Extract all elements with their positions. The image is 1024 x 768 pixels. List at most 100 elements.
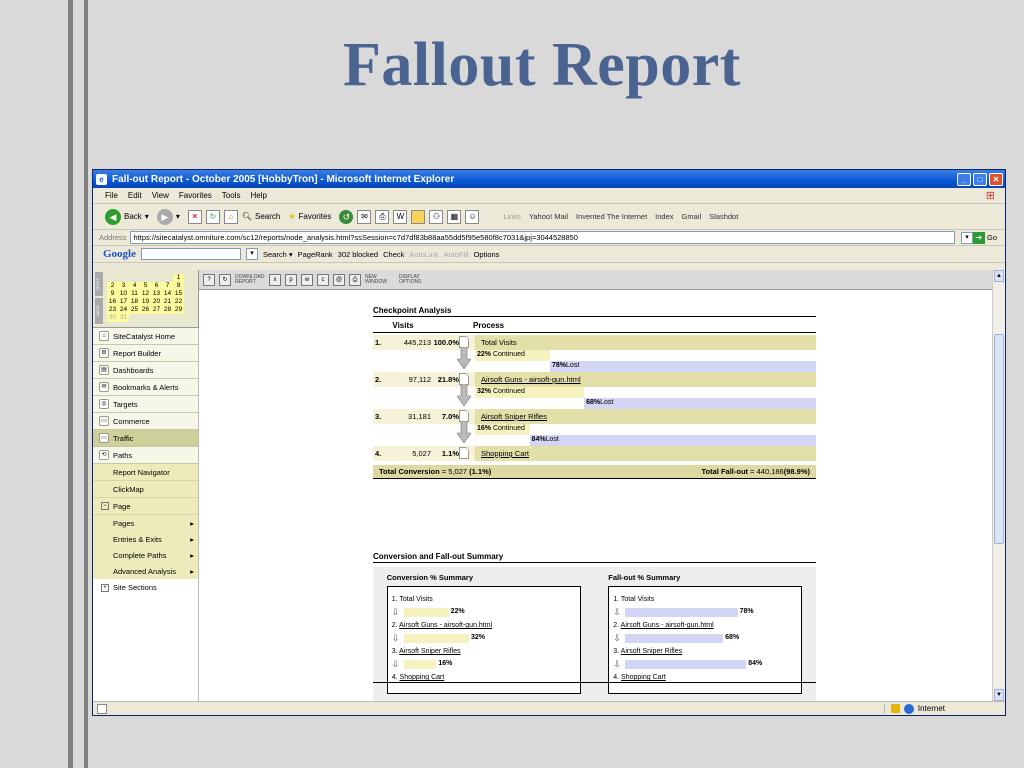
step-link[interactable]: Airsoft Sniper Rifles	[621, 648, 682, 655]
autolink-button[interactable]: AutoLink	[409, 250, 438, 259]
calendar-day[interactable]: 2	[107, 282, 118, 290]
stop-icon[interactable]: ✕	[187, 209, 202, 224]
csv-icon[interactable]: c	[317, 273, 329, 286]
link-slashdot[interactable]: Slashdot	[709, 212, 738, 221]
link-gmail[interactable]: Gmail	[682, 212, 702, 221]
download-report-label[interactable]: DOWNLOAD REPORT	[235, 274, 265, 285]
autofill-button[interactable]: AutoFill	[444, 250, 469, 259]
user-icon[interactable]: ☺	[465, 209, 480, 224]
research-icon[interactable]: ▦	[447, 209, 462, 224]
calendar-day[interactable]: 31	[118, 314, 129, 322]
sidebar-item-site-sections[interactable]: + Site Sections	[93, 579, 198, 596]
menu-view[interactable]: View	[152, 191, 169, 200]
popup-blocked[interactable]: 302 blocked	[338, 250, 378, 259]
maximize-button[interactable]: □	[973, 172, 987, 186]
address-dropdown-icon[interactable]: ▾	[960, 231, 973, 244]
calendar-day[interactable]: 24	[118, 306, 129, 314]
scroll-up-icon[interactable]: ▲	[994, 270, 1004, 282]
home-icon[interactable]: ⌂	[223, 209, 238, 224]
sidebar-item-targets[interactable]: ◎ Targets	[93, 396, 198, 413]
sidebar-item-paths[interactable]: ⟲ Paths	[93, 447, 198, 464]
calendar-day[interactable]: 6	[151, 282, 162, 290]
calendar-day[interactable]: 13	[151, 290, 162, 298]
sidebar-item-pages[interactable]: Pages ▸	[93, 515, 198, 531]
calendar-day[interactable]: 1	[173, 274, 184, 282]
calendar-day[interactable]: 18	[129, 298, 140, 306]
scroll-down-icon[interactable]: ▼	[994, 689, 1004, 701]
link-invented-internet[interactable]: Invented The Internet	[576, 212, 647, 221]
pagerank-label[interactable]: PageRank	[298, 250, 333, 259]
sidebar-item-dashboards[interactable]: ▤ Dashboards	[93, 362, 198, 379]
google-search-button[interactable]: Search ▾	[263, 250, 293, 259]
step-label[interactable]: Airsoft Guns - airsoft-gun.html	[481, 375, 581, 384]
help-icon[interactable]: ?	[203, 273, 215, 286]
calendar-day[interactable]: 11	[129, 290, 140, 298]
favorites-button[interactable]: ★ Favorites	[288, 212, 331, 221]
sidebar-item-report-builder[interactable]: ⚙ Report Builder	[93, 345, 198, 362]
google-search-input[interactable]	[141, 248, 241, 260]
print-report-icon[interactable]: ⎙	[349, 273, 361, 286]
calendar-day[interactable]: 7	[162, 282, 173, 290]
google-dropdown-icon[interactable]: ▾	[246, 248, 258, 260]
calendar-day[interactable]: 17	[118, 298, 129, 306]
step-link[interactable]: Shopping Cart	[400, 674, 445, 681]
step-label[interactable]: Shopping Cart	[481, 449, 529, 458]
vertical-scrollbar[interactable]: ▲ ▼	[992, 270, 1005, 701]
sidebar-item-complete-paths[interactable]: Complete Paths ▸	[93, 547, 198, 563]
options-button[interactable]: Options	[474, 250, 500, 259]
messenger-icon[interactable]: ⚇	[429, 209, 444, 224]
spellcheck-button[interactable]: Check	[383, 250, 404, 259]
history-icon[interactable]: ↺	[339, 209, 354, 224]
refresh-icon[interactable]: ↻	[205, 209, 220, 224]
calendar-day[interactable]: 26	[140, 306, 151, 314]
sidebar-item-report-navigator[interactable]: Report Navigator	[93, 464, 198, 481]
calendar-day[interactable]: 4	[129, 282, 140, 290]
menu-file[interactable]: File	[105, 191, 118, 200]
sidebar-item-traffic[interactable]: ▭ Traffic	[93, 430, 198, 447]
calendar-day[interactable]: 10	[118, 290, 129, 298]
word-icon[interactable]: w	[301, 273, 313, 286]
calendar-day[interactable]: 21	[162, 298, 173, 306]
step-link[interactable]: Airsoft Guns - airsoft-gun.html	[399, 622, 492, 629]
pdf-icon[interactable]: p	[285, 273, 297, 286]
calendar-day[interactable]: 20	[151, 298, 162, 306]
calendar-day[interactable]: 9	[107, 290, 118, 298]
menu-edit[interactable]: Edit	[128, 191, 142, 200]
calendar-day[interactable]: 19	[140, 298, 151, 306]
step-link[interactable]: Airsoft Sniper Rifles	[399, 648, 460, 655]
sidebar-item-advanced-analysis[interactable]: Advanced Analysis ▸	[93, 563, 198, 579]
refresh-report-icon[interactable]: ↻	[219, 273, 231, 286]
calendar-day[interactable]: 22	[173, 298, 184, 306]
sidebar-item-entries-exits[interactable]: Entries & Exits ▸	[93, 531, 198, 547]
minimize-button[interactable]: _	[957, 172, 971, 186]
calendar-day[interactable]: 30	[107, 314, 118, 322]
step-link[interactable]: Airsoft Guns - airsoft-gun.html	[621, 622, 714, 629]
menu-help[interactable]: Help	[250, 191, 266, 200]
calendar-day[interactable]: 5	[140, 282, 151, 290]
sidebar-item-commerce[interactable]: ▭ Commerce	[93, 413, 198, 430]
calendar-day[interactable]: 12	[140, 290, 151, 298]
step-link[interactable]: Shopping Cart	[621, 674, 666, 681]
calendar-day[interactable]: 23	[107, 306, 118, 314]
address-input[interactable]: https://sitecatalyst.omniture.com/sc12/r…	[129, 231, 955, 244]
calendar-days-tab[interactable]: DAYS	[95, 298, 103, 324]
folder-icon[interactable]	[411, 209, 426, 224]
close-button[interactable]: ✕	[989, 172, 1003, 186]
menu-favorites[interactable]: Favorites	[179, 191, 212, 200]
edit-icon[interactable]: W	[393, 209, 408, 224]
sidebar-item-clickmap[interactable]: ClickMap	[93, 481, 198, 498]
calendar-day[interactable]: 15	[173, 290, 184, 298]
calendar-day[interactable]: 3	[118, 282, 129, 290]
calendar-day[interactable]: 27	[151, 306, 162, 314]
link-yahoo-mail[interactable]: Yahoo! Mail	[529, 212, 568, 221]
print-icon[interactable]: ⎙	[375, 209, 390, 224]
google-logo[interactable]: Google	[103, 248, 136, 260]
back-button[interactable]: ◀ Back ▾	[105, 208, 149, 225]
calendar-day[interactable]: 14	[162, 290, 173, 298]
sidebar-item-bookmarks-alerts[interactable]: ✉ Bookmarks & Alerts	[93, 379, 198, 396]
display-options-label[interactable]: DISPLAY OPTIONS	[399, 274, 429, 285]
new-window-label[interactable]: NEW WINDOW	[365, 274, 395, 285]
calendar-day[interactable]: 28	[162, 306, 173, 314]
sidebar-item-page[interactable]: − Page	[93, 498, 198, 515]
mail-icon[interactable]: ✉	[357, 209, 372, 224]
